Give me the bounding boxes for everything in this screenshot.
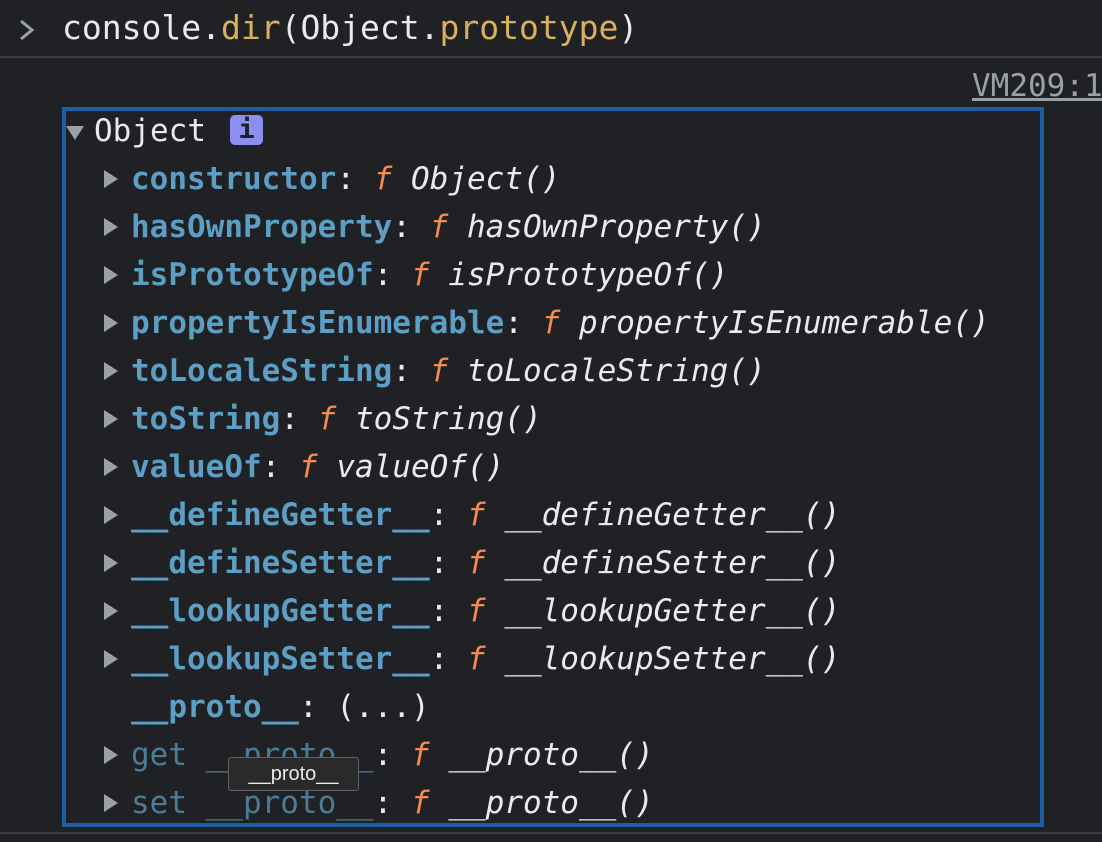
property-text: __defineGetter__: f __defineGetter__() [131, 491, 840, 539]
function-name: isPrototypeOf() [448, 257, 729, 293]
info-icon[interactable]: i [230, 115, 263, 145]
property-text: __defineSetter__: f __defineSetter__() [131, 539, 840, 587]
command-method: dir [220, 8, 281, 47]
function-name: __defineGetter__() [504, 497, 841, 533]
function-name: Object() [411, 161, 561, 197]
property-text: toString: f toString() [131, 395, 542, 443]
command-arg-property: prototype [439, 8, 619, 47]
property-key: constructor [131, 161, 337, 197]
proto-colon: : [298, 689, 318, 725]
function-symbol: f [466, 593, 486, 629]
property-key: toString [131, 401, 281, 437]
triangle-right-icon[interactable] [104, 458, 118, 476]
proto-lazy-value[interactable]: (...) [336, 689, 429, 725]
function-name: __defineSetter__() [504, 545, 841, 581]
triangle-right-icon[interactable] [104, 650, 118, 668]
triangle-right-icon[interactable] [104, 314, 118, 332]
property-colon: : [373, 257, 393, 293]
property-colon: : [373, 785, 393, 821]
property-key: __defineGetter__ [131, 497, 430, 533]
function-symbol: f [373, 161, 393, 197]
command-open-paren: ( [280, 8, 301, 47]
triangle-right-icon[interactable] [104, 506, 118, 524]
function-symbol: f [466, 641, 486, 677]
tooltip: __proto__ [228, 757, 359, 791]
object-root-row[interactable]: Object i [62, 107, 263, 155]
property-text: valueOf: f valueOf() [131, 443, 504, 491]
command-close-paren: ) [618, 8, 639, 47]
object-root-label: Object [94, 113, 206, 149]
function-symbol: f [299, 449, 318, 485]
property-key: __lookupSetter__ [131, 641, 430, 677]
property-text: propertyIsEnumerable: f propertyIsEnumer… [131, 299, 990, 347]
function-symbol: f [317, 401, 337, 437]
function-name: __proto__() [448, 785, 654, 821]
function-name: toString() [355, 401, 542, 437]
triangle-right-icon[interactable] [104, 746, 118, 764]
function-symbol: f [429, 209, 449, 245]
property-colon: : [280, 401, 299, 437]
property-key: __defineSetter__ [131, 545, 430, 581]
function-symbol: f [466, 497, 486, 533]
property-colon: : [504, 305, 523, 341]
function-symbol: f [466, 545, 486, 581]
property-colon: : [429, 593, 449, 629]
function-symbol: f [410, 257, 430, 293]
property-key: __lookupGetter__ [131, 593, 430, 629]
function-name: propertyIsEnumerable() [578, 305, 990, 341]
property-colon: : [392, 353, 411, 389]
chevron-right-icon [20, 19, 35, 41]
command-arg-dot: . [419, 8, 440, 47]
property-colon: : [261, 449, 281, 485]
property-text: __lookupGetter__: f __lookupGetter__() [131, 587, 840, 635]
property-text: isPrototypeOf: f isPrototypeOf() [131, 251, 728, 299]
command-dot: . [201, 8, 221, 47]
triangle-right-icon[interactable] [104, 170, 118, 188]
bottom-divider [0, 832, 1102, 834]
function-name: __lookupSetter__() [504, 641, 841, 677]
property-key: valueOf [131, 449, 262, 485]
command-object: console [62, 8, 202, 47]
function-name: hasOwnProperty() [466, 209, 766, 245]
property-key: hasOwnProperty [131, 209, 393, 245]
function-name: __lookupGetter__() [504, 593, 841, 629]
property-text: get __proto__: f __proto__() [131, 731, 654, 779]
function-symbol: f [541, 305, 561, 341]
property-colon: : [336, 161, 355, 197]
property-colon: : [429, 545, 449, 581]
triangle-right-icon[interactable] [104, 554, 118, 572]
devtools-console: console.dir(Object.prototype) VM209:1 Ob… [0, 0, 1102, 842]
triangle-right-icon[interactable] [104, 266, 118, 284]
triangle-right-icon[interactable] [104, 362, 118, 380]
property-key: toLocaleString [131, 353, 393, 389]
property-colon: : [429, 497, 449, 533]
function-name: valueOf() [336, 449, 505, 485]
property-colon: : [392, 209, 411, 245]
property-text: hasOwnProperty: f hasOwnProperty() [131, 203, 766, 251]
property-text: toLocaleString: f toLocaleString() [131, 347, 766, 395]
triangle-down-icon[interactable] [66, 126, 84, 140]
property-text: constructor: f Object() [131, 155, 560, 203]
property-colon: : [429, 641, 449, 677]
proto-key: __proto__ [131, 689, 299, 725]
triangle-right-icon[interactable] [104, 410, 118, 428]
function-symbol: f [429, 353, 449, 389]
property-text: set __proto__: f __proto__() [131, 779, 654, 827]
property-key: propertyIsEnumerable [131, 305, 505, 341]
function-symbol: f [410, 737, 430, 773]
triangle-right-icon[interactable] [104, 218, 118, 236]
function-symbol: f [410, 785, 430, 821]
command-arg-object: Object [300, 8, 420, 47]
function-name: __proto__() [448, 737, 654, 773]
property-text: __lookupSetter__: f __lookupSetter__() [131, 635, 840, 683]
proto-text: __proto__: (...) [131, 683, 430, 731]
property-key: isPrototypeOf [131, 257, 374, 293]
console-input-line[interactable]: console.dir(Object.prototype) [0, 0, 1102, 58]
source-location-link[interactable]: VM209:1 [972, 64, 1102, 108]
function-name: toLocaleString() [466, 353, 766, 389]
property-colon: : [373, 737, 393, 773]
console-command: console.dir(Object.prototype) [62, 6, 638, 50]
triangle-right-icon[interactable] [104, 602, 118, 620]
triangle-right-icon[interactable] [104, 794, 118, 812]
